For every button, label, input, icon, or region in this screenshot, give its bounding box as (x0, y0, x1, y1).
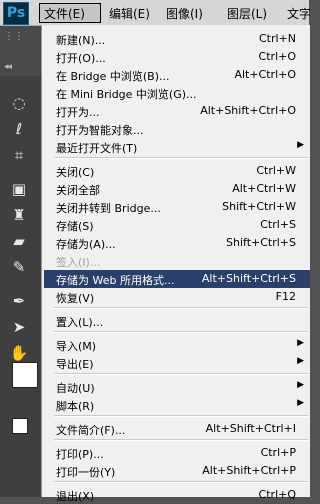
menu-item[interactable]: 在 Mini Bridge 中浏览(G)... (44, 84, 310, 102)
frame-icon[interactable]: ▣ (8, 178, 30, 200)
menu-separator (54, 307, 308, 309)
menu-separator (54, 157, 308, 159)
menu-item[interactable]: 新建(N)... Ctrl+N (44, 30, 310, 48)
menu-item-shortcut: Alt+Shift+Ctrl+O (200, 104, 296, 117)
menu-item[interactable]: 打开(O)... Ctrl+O (44, 48, 310, 66)
menu-item[interactable]: 自动(U) ▶ (44, 378, 310, 396)
menu-separator (54, 373, 308, 375)
menu-item-label: 在 Mini Bridge 中浏览(G)... (56, 88, 197, 101)
marquee-icon[interactable]: ◌ (8, 92, 30, 114)
menu-item-shortcut: Ctrl+O (258, 50, 296, 63)
menu-item-label: 退出(X) (56, 490, 95, 503)
menu-item-label: 新建(N)... (56, 34, 106, 47)
menu-item[interactable]: 最近打开文件(T) ▶ (44, 138, 310, 156)
menubar-item[interactable]: 图层(L) (227, 5, 267, 22)
submenu-arrow-icon: ▶ (297, 140, 304, 150)
menu-item-shortcut: Ctrl+P (260, 446, 296, 459)
menu-item-label: 置入(L)... (56, 316, 104, 329)
menu-item-label: 脚本(R) (56, 400, 95, 413)
menu-bar: Ps 文件(E) 编辑(E) 图像(I) 图层(L) 文字 (0, 0, 311, 26)
menu-item[interactable]: 脚本(R) ▶ (44, 396, 310, 414)
quick-mask-icon[interactable] (12, 418, 28, 434)
menu-item[interactable]: 存储(S) Ctrl+S (44, 216, 310, 234)
menu-item-label: 存储为 Web 所用格式... (56, 274, 175, 287)
tools-panel: ⋮⋮ ◂◂ ◌ ℓ ⌗ ▣ ♜ ▰ ✎ ✒ ➤ ✋ (0, 26, 42, 497)
menu-item[interactable]: 打印一份(Y) Alt+Shift+Ctrl+P (44, 462, 310, 480)
submenu-arrow-icon: ▶ (297, 338, 304, 348)
menu-item[interactable]: 文件简介(F)... Alt+Shift+Ctrl+I (44, 420, 310, 438)
menu-item-shortcut: Alt+Shift+Ctrl+I (205, 422, 296, 435)
file-menu-dropdown: 新建(N)... Ctrl+N 打开(O)... Ctrl+O 在 Bridge 中浏览… (41, 25, 310, 503)
menu-item-label: 打印一份(Y) (56, 466, 116, 479)
menubar-item[interactable]: 文件(E) (44, 5, 85, 22)
menu-item-shortcut: Ctrl+W (256, 164, 296, 177)
menu-item[interactable]: 关闭并转到 Bridge... Shift+Ctrl+W (44, 198, 310, 216)
menu-item-label: 最近打开文件(T) (56, 142, 138, 155)
menu-item-label: 关闭并转到 Bridge... (56, 202, 161, 215)
menu-item-shortcut: Alt+Shift+Ctrl+P (202, 464, 296, 477)
menu-item[interactable]: 打印(P)... Ctrl+P (44, 444, 310, 462)
menu-item-label: 打开为... (56, 106, 100, 119)
hand-icon[interactable]: ✋ (8, 342, 30, 364)
menu-item[interactable]: 存储为 Web 所用格式... Alt+Shift+Ctrl+S (44, 270, 310, 288)
submenu-arrow-icon: ▶ (297, 380, 304, 390)
menu-item[interactable]: 在 Bridge 中浏览(B)... Alt+Ctrl+O (44, 66, 310, 84)
menu-separator (54, 439, 308, 441)
menu-item-shortcut: Ctrl+Q (258, 488, 296, 501)
submenu-arrow-icon: ▶ (297, 398, 304, 408)
brush-icon[interactable]: ✎ (8, 256, 30, 278)
menu-item[interactable]: 导出(E) ▶ (44, 354, 310, 372)
menu-item[interactable]: 打开为智能对象... (44, 120, 310, 138)
menu-item-label: 打开为智能对象... (56, 124, 144, 137)
stamp-icon[interactable]: ♜ (8, 204, 30, 226)
menu-item: 签入(I)... (44, 252, 310, 270)
collapse-icon[interactable]: ◂◂ (4, 62, 12, 72)
pen-icon[interactable]: ✒ (8, 290, 30, 312)
menu-item[interactable]: 关闭全部 Alt+Ctrl+W (44, 180, 310, 198)
menu-item[interactable]: 关闭(C) Ctrl+W (44, 162, 310, 180)
menu-item[interactable]: 导入(M) ▶ (44, 336, 310, 354)
menu-item[interactable]: 退出(X) Ctrl+Q (44, 486, 310, 504)
crop-icon[interactable]: ⌗ (8, 144, 30, 166)
menu-item-label: 打印(P)... (56, 448, 104, 461)
menu-item-label: 导入(M) (56, 340, 97, 353)
menubar-item[interactable]: 图像(I) (166, 5, 203, 22)
menu-item[interactable]: 恢复(V) F12 (44, 288, 310, 306)
menu-item-shortcut: Ctrl+N (258, 32, 296, 45)
menu-item-label: 存储为(A)... (56, 238, 116, 251)
menubar-item[interactable]: 编辑(E) (109, 5, 150, 22)
menu-item-label: 签入(I)... (56, 256, 101, 269)
menu-item-shortcut: F12 (275, 290, 296, 303)
menu-item-label: 存储(S) (56, 220, 94, 233)
selection-arrow-icon[interactable]: ➤ (8, 316, 30, 338)
menu-item-shortcut: Shift+Ctrl+W (222, 200, 296, 213)
lasso-icon[interactable]: ℓ (8, 118, 30, 140)
menu-item-shortcut: Alt+Ctrl+W (232, 182, 296, 195)
menu-item-label: 文件简介(F)... (56, 424, 126, 437)
menu-item-label: 导出(E) (56, 358, 94, 371)
foreground-color-swatch[interactable] (12, 362, 38, 388)
menu-item-label: 自动(U) (56, 382, 95, 395)
menu-separator (54, 481, 308, 483)
menu-item[interactable]: 置入(L)... (44, 312, 310, 330)
menu-item-shortcut: Alt+Shift+Ctrl+S (201, 272, 296, 285)
submenu-arrow-icon: ▶ (297, 356, 304, 366)
menu-item-label: 关闭(C) (56, 166, 95, 179)
menu-separator (54, 331, 308, 333)
menu-item-label: 关闭全部 (56, 184, 100, 197)
menu-item-shortcut: Alt+Ctrl+O (234, 68, 296, 81)
tools-panel-header: ⋮⋮ ◂◂ (0, 26, 42, 76)
eraser-icon[interactable]: ▰ (8, 230, 30, 252)
menu-item-shortcut: Shift+Ctrl+S (226, 236, 296, 249)
menubar-item[interactable]: 文字 (287, 5, 311, 22)
menu-item-label: 在 Bridge 中浏览(B)... (56, 70, 170, 83)
menu-separator (54, 415, 308, 417)
menu-item-shortcut: Ctrl+S (260, 218, 296, 231)
photoshop-logo: Ps (3, 2, 29, 25)
grip-icon[interactable]: ⋮⋮ (4, 31, 24, 42)
menu-item[interactable]: 打开为... Alt+Shift+Ctrl+O (44, 102, 310, 120)
menu-item-label: 恢复(V) (56, 292, 95, 305)
menu-item[interactable]: 存储为(A)... Shift+Ctrl+S (44, 234, 310, 252)
menu-item-label: 打开(O)... (56, 52, 106, 65)
